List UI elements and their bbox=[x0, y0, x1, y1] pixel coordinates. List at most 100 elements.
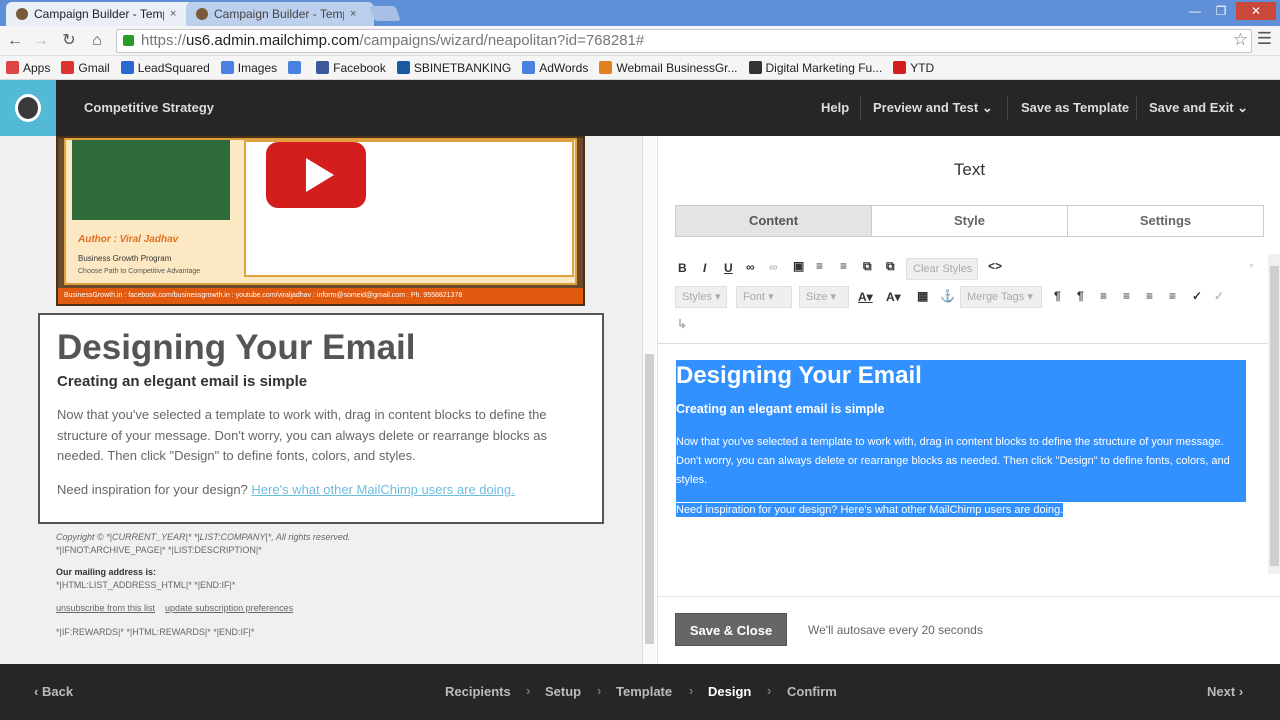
preview-scrollbar[interactable] bbox=[642, 136, 656, 664]
bookmark-item[interactable]: YTD bbox=[893, 61, 934, 75]
banner-tagline: Choose Path to Competitive Advantage bbox=[78, 268, 201, 275]
paste-icon[interactable]: ⧉ bbox=[863, 259, 872, 274]
bookmark-item[interactable]: Webmail BusinessGr... bbox=[599, 60, 738, 75]
back-button[interactable]: ‹ Back bbox=[34, 684, 73, 699]
rtl-icon[interactable]: ¶ bbox=[1077, 289, 1084, 303]
undo-icon[interactable]: ✓ bbox=[1214, 289, 1224, 303]
bookmark-label: Webmail BusinessGr... bbox=[616, 60, 738, 75]
highlight-color-icon[interactable]: A▾ bbox=[886, 290, 901, 304]
redo-icon[interactable]: ↳ bbox=[677, 317, 687, 331]
email-footer-block[interactable]: Copyright © *|CURRENT_YEAR|* *|LIST:COMP… bbox=[56, 531, 616, 638]
tab-settings[interactable]: Settings bbox=[1067, 206, 1263, 236]
align-right-icon[interactable]: ≡ bbox=[1146, 289, 1153, 303]
align-left-icon[interactable]: ≡ bbox=[1100, 289, 1107, 303]
editor-subheading: Creating an elegant email is simple bbox=[676, 402, 885, 416]
link-icon[interactable]: ∞ bbox=[746, 260, 755, 274]
bookmark-favicon-icon bbox=[599, 61, 613, 74]
browser-tab-active[interactable]: Campaign Builder - Temp × bbox=[6, 2, 194, 26]
chevron-right-icon: › bbox=[1238, 684, 1244, 699]
step-confirm[interactable]: Confirm bbox=[787, 684, 837, 699]
italic-icon[interactable]: I bbox=[703, 261, 706, 275]
bookmark-item[interactable]: Facebook bbox=[316, 61, 386, 75]
underline-icon[interactable]: U bbox=[724, 261, 733, 275]
close-tab-icon[interactable]: × bbox=[170, 8, 176, 20]
browser-menu-icon[interactable]: ☰ bbox=[1257, 29, 1272, 49]
save-close-button[interactable]: Save & Close bbox=[675, 613, 787, 646]
text-content-block[interactable]: Designing Your Email Creating an elegant… bbox=[38, 313, 604, 524]
justify-icon[interactable]: ≡ bbox=[1169, 289, 1176, 303]
bulleted-list-icon[interactable]: ≡ bbox=[840, 259, 847, 273]
update-preferences-link[interactable]: update subscription preferences bbox=[165, 603, 293, 613]
header-image-block[interactable]: Author : Viral Jadhav Business Growth Pr… bbox=[56, 136, 585, 306]
scrollbar-thumb[interactable] bbox=[645, 354, 654, 644]
bookmark-item[interactable]: AdWords bbox=[522, 61, 588, 75]
step-template[interactable]: Template bbox=[616, 684, 672, 699]
merge-tags-dropdown[interactable]: Merge Tags ▾ bbox=[960, 286, 1042, 308]
inspiration-link[interactable]: Here's what other MailChimp users are do… bbox=[251, 482, 514, 497]
footer-mailing-label: Our mailing address is: bbox=[56, 567, 157, 577]
align-center-icon[interactable]: ≡ bbox=[1123, 289, 1130, 303]
collapse-toolbar-icon[interactable]: ▫ bbox=[1250, 260, 1253, 270]
editor-inspiration[interactable]: Need inspiration for your design? Here's… bbox=[676, 503, 1064, 517]
bookmark-item[interactable] bbox=[288, 61, 305, 74]
bold-icon[interactable]: B bbox=[678, 261, 687, 275]
paste-word-icon[interactable]: ⧉ bbox=[886, 259, 895, 274]
table-icon[interactable]: ▦ bbox=[917, 289, 928, 303]
divider bbox=[860, 96, 861, 120]
bookmark-item[interactable]: Apps bbox=[6, 61, 50, 75]
bookmark-star-icon[interactable]: ☆ bbox=[1233, 30, 1248, 50]
back-label: Back bbox=[41, 684, 74, 699]
unlink-icon[interactable]: ∞ bbox=[769, 260, 778, 274]
clear-styles-button[interactable]: Clear Styles bbox=[906, 258, 978, 280]
editor-content-selection[interactable]: Designing Your Email Creating an elegant… bbox=[676, 360, 1246, 502]
tab-style[interactable]: Style bbox=[871, 206, 1067, 236]
image-icon[interactable]: ▣ bbox=[793, 259, 804, 273]
text-color-icon[interactable]: A▾ bbox=[858, 290, 873, 304]
anchor-icon[interactable]: ⚓ bbox=[940, 289, 955, 303]
ltr-icon[interactable]: ¶ bbox=[1054, 289, 1061, 303]
unsubscribe-link[interactable]: unsubscribe from this list bbox=[56, 603, 155, 613]
bookmark-favicon-icon bbox=[61, 61, 75, 74]
ordered-list-icon[interactable]: ≡ bbox=[816, 259, 823, 273]
scrollbar-thumb[interactable] bbox=[1270, 266, 1279, 566]
browser-tab-bar: Campaign Builder - Temp × Campaign Build… bbox=[0, 0, 1280, 26]
forward-arrow-icon[interactable]: → bbox=[30, 30, 52, 52]
new-tab-button[interactable] bbox=[369, 6, 401, 21]
chevron-right-icon: › bbox=[767, 683, 772, 698]
save-exit-menu[interactable]: Save and Exit ⌄ bbox=[1149, 100, 1248, 116]
spellcheck-icon[interactable]: ✓ bbox=[1192, 289, 1202, 303]
editor-scrollbar[interactable] bbox=[1268, 254, 1280, 574]
styles-dropdown[interactable]: Styles ▾ bbox=[675, 286, 727, 308]
maximize-icon[interactable]: ❐ bbox=[1208, 2, 1234, 20]
bookmark-item[interactable]: Digital Marketing Fu... bbox=[748, 61, 882, 75]
close-tab-icon[interactable]: × bbox=[350, 8, 356, 20]
step-design[interactable]: Design bbox=[708, 684, 751, 699]
url-scheme: https:// bbox=[141, 32, 187, 49]
step-setup[interactable]: Setup bbox=[545, 684, 581, 699]
chevron-right-icon: › bbox=[689, 683, 694, 698]
bookmark-item[interactable]: Images bbox=[220, 61, 277, 75]
save-as-template-button[interactable]: Save as Template bbox=[1021, 100, 1129, 115]
back-arrow-icon[interactable]: ← bbox=[4, 30, 26, 52]
size-dropdown[interactable]: Size ▾ bbox=[799, 286, 849, 308]
reload-icon[interactable]: ↻ bbox=[58, 30, 80, 52]
bookmark-item[interactable]: Gmail bbox=[61, 61, 110, 75]
help-link[interactable]: Help bbox=[821, 100, 849, 115]
bookmark-item[interactable]: SBINETBANKING bbox=[396, 61, 511, 75]
next-button[interactable]: Next › bbox=[1207, 684, 1243, 699]
step-recipients[interactable]: Recipients bbox=[445, 684, 511, 699]
bookmark-item[interactable]: LeadSquared bbox=[120, 61, 210, 75]
font-dropdown[interactable]: Font ▾ bbox=[736, 286, 792, 308]
inspiration-text: Need inspiration for your design? bbox=[57, 482, 248, 497]
tab-content[interactable]: Content bbox=[676, 206, 871, 236]
browser-tab-inactive[interactable]: Campaign Builder - Temp × bbox=[186, 2, 374, 26]
source-code-icon[interactable]: <> bbox=[988, 259, 1002, 273]
home-icon[interactable]: ⌂ bbox=[86, 30, 108, 52]
youtube-play-icon bbox=[266, 142, 366, 208]
preview-test-menu[interactable]: Preview and Test ⌄ bbox=[873, 100, 993, 116]
banner-program: Business Growth Program bbox=[78, 254, 172, 263]
window-close-icon[interactable]: ✕ bbox=[1236, 2, 1276, 20]
minimize-icon[interactable]: — bbox=[1182, 2, 1208, 20]
address-bar[interactable]: https://us6.admin.mailchimp.com/campaign… bbox=[116, 29, 1252, 53]
mailchimp-logo[interactable] bbox=[0, 80, 56, 136]
